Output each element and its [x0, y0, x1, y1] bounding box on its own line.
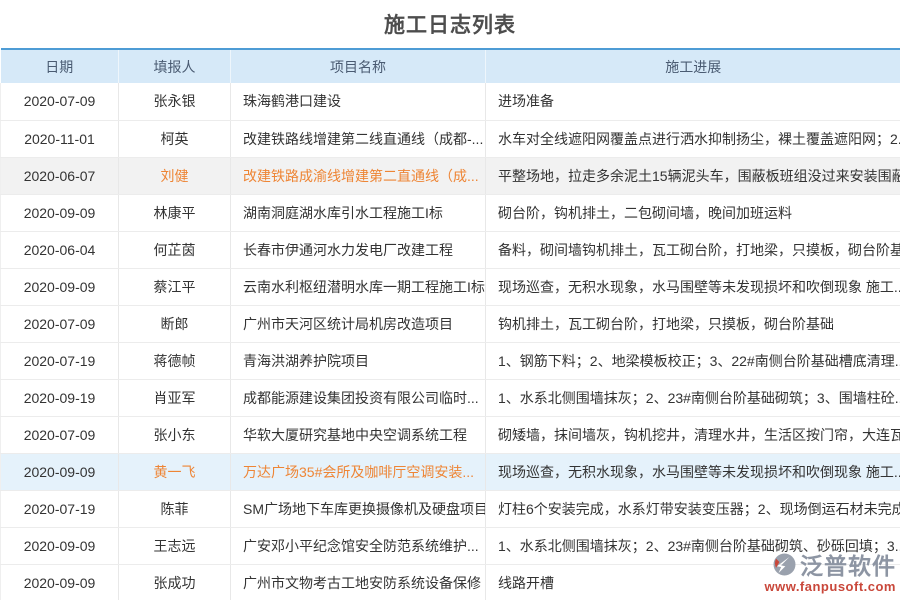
cell-reporter-link[interactable]: 林康平: [119, 194, 231, 231]
cell-reporter-link[interactable]: 陈菲: [119, 490, 231, 527]
construction-log-table: 日期 填报人 项目名称 施工进展 2020-07-09 张永银 珠海鹤港口建设 …: [0, 48, 900, 600]
column-header-reporter: 填报人: [119, 49, 231, 83]
cell-date: 2020-06-07: [1, 157, 119, 194]
cell-project-link[interactable]: 广州市天河区统计局机房改造项目: [231, 305, 486, 342]
cell-date: 2020-09-09: [1, 564, 119, 600]
column-header-project: 项目名称: [231, 49, 486, 83]
cell-date: 2020-11-01: [1, 120, 119, 157]
cell-reporter-link[interactable]: 王志远: [119, 527, 231, 564]
cell-reporter-link[interactable]: 张永银: [119, 83, 231, 120]
cell-reporter-link[interactable]: 刘健: [119, 157, 231, 194]
table-row[interactable]: 2020-07-09 张小东 华软大厦研究基地中央空调系统工程 砌矮墙，抹间墙灰…: [1, 416, 900, 453]
table-row[interactable]: 2020-06-04 何芷茵 长春市伊通河水力发电厂改建工程 备料，砌间墙钩机排…: [1, 231, 900, 268]
column-header-progress: 施工进展: [486, 49, 900, 83]
cell-project-link[interactable]: 万达广场35#会所及咖啡厅空调安装...: [231, 453, 486, 490]
cell-project-link[interactable]: 广安邓小平纪念馆安全防范系统维护...: [231, 527, 486, 564]
cell-date: 2020-09-09: [1, 194, 119, 231]
table-row[interactable]: 2020-09-09 王志远 广安邓小平纪念馆安全防范系统维护... 1、水系北…: [1, 527, 900, 564]
cell-progress: 灯柱6个安装完成，水系灯带安装变压器；2、现场倒运石材未完成...: [486, 490, 900, 527]
cell-progress: 平整场地，拉走多余泥土15辆泥头车，围蔽板班组没过来安装围蔽...: [486, 157, 900, 194]
table-row[interactable]: 2020-06-07 刘健 改建铁路成渝线增建第二直通线（成... 平整场地，拉…: [1, 157, 900, 194]
cell-progress: 1、水系北侧围墙抹灰；2、23#南侧台阶基础砌筑；3、围墙柱砼...: [486, 379, 900, 416]
cell-date: 2020-07-19: [1, 342, 119, 379]
cell-reporter-link[interactable]: 蒋德帧: [119, 342, 231, 379]
cell-date: 2020-09-09: [1, 268, 119, 305]
column-header-date: 日期: [1, 49, 119, 83]
cell-date: 2020-07-09: [1, 305, 119, 342]
cell-date: 2020-09-09: [1, 527, 119, 564]
cell-project-link[interactable]: 湖南洞庭湖水库引水工程施工I标: [231, 194, 486, 231]
cell-reporter-link[interactable]: 黄一飞: [119, 453, 231, 490]
cell-project-link[interactable]: 珠海鹤港口建设: [231, 83, 486, 120]
cell-date: 2020-07-19: [1, 490, 119, 527]
cell-project-link[interactable]: 改建铁路线增建第二线直通线（成都-...: [231, 120, 486, 157]
cell-progress: 线路开槽: [486, 564, 900, 600]
cell-reporter-link[interactable]: 何芷茵: [119, 231, 231, 268]
table-row[interactable]: 2020-07-09 张永银 珠海鹤港口建设 进场准备: [1, 83, 900, 120]
cell-date: 2020-09-19: [1, 379, 119, 416]
table-row[interactable]: 2020-07-19 蒋德帧 青海洪湖养护院项目 1、钢筋下料；2、地梁模板校正…: [1, 342, 900, 379]
cell-progress: 进场准备: [486, 83, 900, 120]
table-row[interactable]: 2020-11-01 柯英 改建铁路线增建第二线直通线（成都-... 水车对全线…: [1, 120, 900, 157]
table-row[interactable]: 2020-09-09 黄一飞 万达广场35#会所及咖啡厅空调安装... 现场巡查…: [1, 453, 900, 490]
log-table-body: 2020-07-09 张永银 珠海鹤港口建设 进场准备 2020-11-01 柯…: [1, 83, 900, 600]
cell-reporter-link[interactable]: 柯英: [119, 120, 231, 157]
cell-progress: 钩机排土，瓦工砌台阶，打地梁，只摸板，砌台阶基础: [486, 305, 900, 342]
cell-progress: 1、水系北侧围墙抹灰；2、23#南侧台阶基础砌筑、砂砾回填；3...: [486, 527, 900, 564]
cell-reporter-link[interactable]: 蔡江平: [119, 268, 231, 305]
cell-reporter-link[interactable]: 断郎: [119, 305, 231, 342]
cell-project-link[interactable]: 云南水利枢纽潜明水库一期工程施工I标: [231, 268, 486, 305]
table-row[interactable]: 2020-07-19 陈菲 SM广场地下车库更换摄像机及硬盘项目 灯柱6个安装完…: [1, 490, 900, 527]
cell-project-link[interactable]: 长春市伊通河水力发电厂改建工程: [231, 231, 486, 268]
table-row[interactable]: 2020-09-19 肖亚军 成都能源建设集团投资有限公司临时... 1、水系北…: [1, 379, 900, 416]
page-title: 施工日志列表: [0, 0, 900, 48]
cell-project-link[interactable]: 成都能源建设集团投资有限公司临时...: [231, 379, 486, 416]
cell-project-link[interactable]: 青海洪湖养护院项目: [231, 342, 486, 379]
cell-progress: 水车对全线遮阳网覆盖点进行洒水抑制扬尘，裸土覆盖遮阳网；2...: [486, 120, 900, 157]
cell-progress: 砌矮墙，抹间墙灰，钩机挖井，清理水井，生活区按门帘，大连瓦...: [486, 416, 900, 453]
table-row[interactable]: 2020-07-09 断郎 广州市天河区统计局机房改造项目 钩机排土，瓦工砌台阶…: [1, 305, 900, 342]
cell-reporter-link[interactable]: 张成功: [119, 564, 231, 600]
table-header-row: 日期 填报人 项目名称 施工进展: [1, 49, 900, 83]
cell-date: 2020-07-09: [1, 83, 119, 120]
cell-project-link[interactable]: 华软大厦研究基地中央空调系统工程: [231, 416, 486, 453]
cell-reporter-link[interactable]: 肖亚军: [119, 379, 231, 416]
cell-project-link[interactable]: 改建铁路成渝线增建第二直通线（成...: [231, 157, 486, 194]
cell-progress: 现场巡查，无积水现象，水马围壁等未发现损坏和吹倒现象 施工...: [486, 268, 900, 305]
table-row[interactable]: 2020-09-09 张成功 广州市文物考古工地安防系统设备保修 线路开槽: [1, 564, 900, 600]
cell-date: 2020-07-09: [1, 416, 119, 453]
cell-date: 2020-09-09: [1, 453, 119, 490]
table-row[interactable]: 2020-09-09 林康平 湖南洞庭湖水库引水工程施工I标 砌台阶，钩机排土，…: [1, 194, 900, 231]
cell-progress: 1、钢筋下料；2、地梁模板校正；3、22#南侧台阶基础槽底清理...: [486, 342, 900, 379]
cell-date: 2020-06-04: [1, 231, 119, 268]
cell-reporter-link[interactable]: 张小东: [119, 416, 231, 453]
construction-log-page: 施工日志列表 日期 填报人 项目名称 施工进展 2020-07-09 张永银 珠…: [0, 0, 900, 600]
cell-progress: 砌台阶，钩机排土，二包砌间墙，晚间加班运料: [486, 194, 900, 231]
cell-progress: 现场巡查，无积水现象，水马围壁等未发现损坏和吹倒现象 施工...: [486, 453, 900, 490]
cell-project-link[interactable]: SM广场地下车库更换摄像机及硬盘项目: [231, 490, 486, 527]
cell-project-link[interactable]: 广州市文物考古工地安防系统设备保修: [231, 564, 486, 600]
cell-progress: 备料，砌间墙钩机排土，瓦工砌台阶，打地梁，只摸板，砌台阶基...: [486, 231, 900, 268]
table-row[interactable]: 2020-09-09 蔡江平 云南水利枢纽潜明水库一期工程施工I标 现场巡查，无…: [1, 268, 900, 305]
table-header: 日期 填报人 项目名称 施工进展: [1, 49, 900, 83]
